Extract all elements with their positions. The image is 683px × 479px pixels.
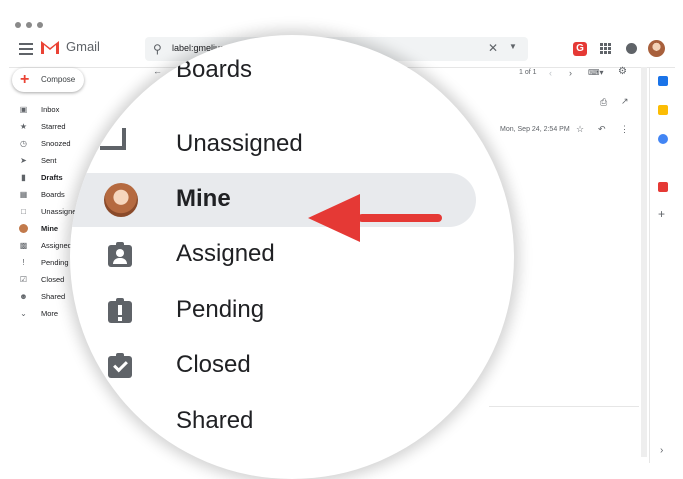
mag-item-mine[interactable]: Mine: [70, 173, 514, 242]
hamburger-menu-icon[interactable]: [19, 43, 33, 58]
notifications-icon[interactable]: [626, 43, 637, 54]
avatar-icon: [19, 224, 28, 233]
compose-plus-icon: +: [20, 71, 30, 88]
mag-item-pending[interactable]: Pending: [70, 284, 514, 338]
gmelius-panel-icon[interactable]: [658, 182, 668, 192]
clear-search-icon[interactable]: ✕: [488, 41, 498, 55]
sidebar-item-label: Sent: [41, 156, 57, 165]
pending-icon: [106, 297, 134, 325]
sidebar-item-label: Assigned: [41, 241, 72, 250]
search-options-icon[interactable]: ▼: [509, 42, 517, 51]
apps-grid-icon[interactable]: [600, 43, 611, 54]
send-icon: ➤: [20, 156, 27, 165]
reply-icon[interactable]: ↶: [598, 124, 606, 135]
more-options-icon[interactable]: ⋮: [620, 124, 629, 135]
mag-item-label: Assigned: [176, 240, 275, 267]
draft-icon: ▮: [21, 173, 26, 182]
closed-icon: [106, 352, 134, 380]
pending-icon: !: [22, 258, 25, 267]
open-new-window-icon[interactable]: ↗: [621, 96, 629, 107]
settings-gear-icon[interactable]: ⚙: [618, 66, 627, 77]
mag-item-label: Shared: [176, 407, 254, 434]
account-avatar[interactable]: [648, 40, 665, 57]
gmail-m-icon: [41, 41, 59, 54]
avatar-icon: [104, 183, 138, 217]
unassigned-icon: [100, 128, 126, 150]
mag-item-label: Boards: [176, 56, 253, 83]
sidebar-item-label: Drafts: [41, 173, 63, 182]
side-panel: + ›: [649, 67, 675, 463]
unassigned-icon: □: [21, 207, 26, 216]
sidebar-item-label: Inbox: [41, 105, 60, 114]
shared-icon: ☻: [19, 292, 28, 301]
magnified-label-list: Boards Unassigned Mine Assigned Pending …: [70, 35, 514, 479]
next-page-icon[interactable]: ›: [569, 68, 572, 78]
mag-item-label: Pending: [176, 296, 265, 323]
sidebar-item-label: Boards: [41, 190, 65, 199]
scrollbar[interactable]: [641, 67, 647, 457]
calendar-icon[interactable]: [658, 76, 668, 86]
keep-icon[interactable]: [658, 105, 668, 115]
boards-icon: ▦: [19, 190, 28, 199]
mag-item-boards[interactable]: Boards: [70, 56, 514, 118]
sidebar-item-label: Shared: [41, 292, 66, 301]
mag-item-shared[interactable]: Shared: [70, 395, 514, 449]
add-addon-icon[interactable]: +: [658, 207, 665, 221]
sidebar-item-label: Pending: [41, 258, 69, 267]
inbox-icon: ▣: [19, 105, 28, 114]
mag-item-assigned[interactable]: Assigned: [70, 228, 514, 282]
closed-icon: ☑: [19, 275, 28, 284]
gmail-logo[interactable]: Gmail: [40, 39, 100, 54]
keyboard-icon[interactable]: ⌨▾: [588, 68, 604, 77]
gmail-brand: Gmail: [66, 39, 100, 54]
sidebar-item-label: Closed: [41, 275, 65, 284]
mag-item-closed[interactable]: Closed: [70, 339, 514, 393]
chevron-down-icon: ⌄: [20, 309, 27, 318]
star-message-icon[interactable]: ☆: [576, 124, 584, 135]
assigned-icon: ▩: [19, 241, 28, 250]
search-icon[interactable]: ⚲: [153, 42, 162, 56]
gmelius-extension-icon[interactable]: G: [573, 42, 587, 56]
shared-icon: [106, 408, 134, 438]
sidebar-item-label: Snoozed: [41, 139, 71, 148]
sidebar-item-label: More: [41, 309, 59, 318]
assigned-icon: [106, 241, 134, 269]
mag-item-unassigned[interactable]: Unassigned: [70, 118, 514, 172]
expand-panel-icon[interactable]: ›: [660, 445, 663, 456]
print-icon[interactable]: ⎙: [600, 97, 607, 108]
tasks-icon[interactable]: [658, 134, 668, 144]
mag-item-label: Closed: [176, 351, 251, 378]
window-controls: [15, 22, 43, 28]
prev-page-icon[interactable]: ‹: [549, 68, 552, 78]
mag-item-label: Mine: [176, 185, 231, 212]
star-icon: ★: [19, 122, 28, 131]
mag-item-label: Unassigned: [176, 130, 303, 157]
sidebar-item-label: Starred: [41, 122, 66, 131]
clock-icon: ◷: [20, 139, 27, 148]
pager-text: 1 of 1: [519, 69, 537, 76]
sidebar-item-label: Mine: [41, 224, 59, 233]
